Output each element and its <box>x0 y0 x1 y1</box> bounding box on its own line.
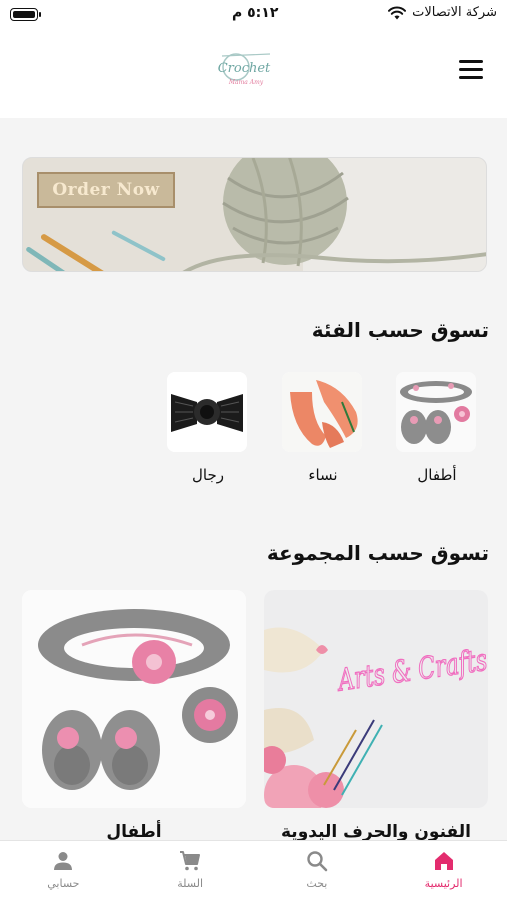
category-label: رجال <box>192 466 224 484</box>
carrier-name: شركة الاتصالات <box>412 5 497 20</box>
bottom-tab-bar: الرئيسية بحث السلة حسابي <box>0 840 507 900</box>
tab-cart-label: السلة <box>177 877 203 890</box>
promo-banner[interactable]: Order Now <box>22 157 487 272</box>
order-now-sign: Order Now <box>37 172 175 208</box>
home-icon <box>434 852 453 870</box>
shop-by-collection-title: تسوق حسب المجموعة <box>266 541 489 565</box>
collection-kids-image <box>22 590 246 808</box>
logo-text: Crochet <box>218 61 271 76</box>
logo-subtext: Mama Amy <box>228 79 264 86</box>
category-kids-image <box>396 372 476 452</box>
shop-by-category-title: تسوق حسب الفئة <box>311 318 489 342</box>
tab-search-label: بحث <box>306 877 328 890</box>
collection-arts-crafts[interactable]: Arts & Crafts الفنون والحرف اليدوية <box>264 590 488 842</box>
status-time: ٥:١٢ م <box>232 5 279 21</box>
tab-home-label: الرئيسية <box>424 877 463 890</box>
category-men-image <box>167 372 247 452</box>
category-women[interactable]: نساء <box>282 372 364 484</box>
tab-cart[interactable]: السلة <box>127 841 254 900</box>
search-icon <box>307 851 328 872</box>
category-women-image <box>282 372 362 452</box>
tab-home[interactable]: الرئيسية <box>380 841 507 900</box>
category-men[interactable]: رجال <box>167 372 249 484</box>
collection-arts-crafts-image: Arts & Crafts <box>264 590 488 808</box>
collection-kids[interactable]: أطفال <box>22 590 246 842</box>
collection-label: أطفال <box>106 822 162 842</box>
category-label: نساء <box>308 466 338 484</box>
category-label: أطفال <box>417 466 457 484</box>
app-header: Crochet Mama Amy <box>0 30 507 118</box>
tab-search[interactable]: بحث <box>254 841 381 900</box>
collection-label: الفنون والحرف اليدوية <box>281 822 471 842</box>
brand-logo[interactable]: Crochet Mama Amy <box>214 50 276 90</box>
status-carrier: شركة الاتصالات <box>388 5 497 20</box>
tab-account-label: حسابي <box>47 877 80 890</box>
hamburger-menu-icon[interactable] <box>459 60 485 82</box>
user-icon <box>54 852 73 870</box>
battery-icon <box>10 8 41 21</box>
tab-account[interactable]: حسابي <box>0 841 127 900</box>
category-kids[interactable]: أطفال <box>396 372 478 484</box>
status-bar: ٥:١٢ م شركة الاتصالات <box>0 0 507 30</box>
wifi-icon <box>388 6 407 19</box>
cart-icon <box>180 851 201 871</box>
